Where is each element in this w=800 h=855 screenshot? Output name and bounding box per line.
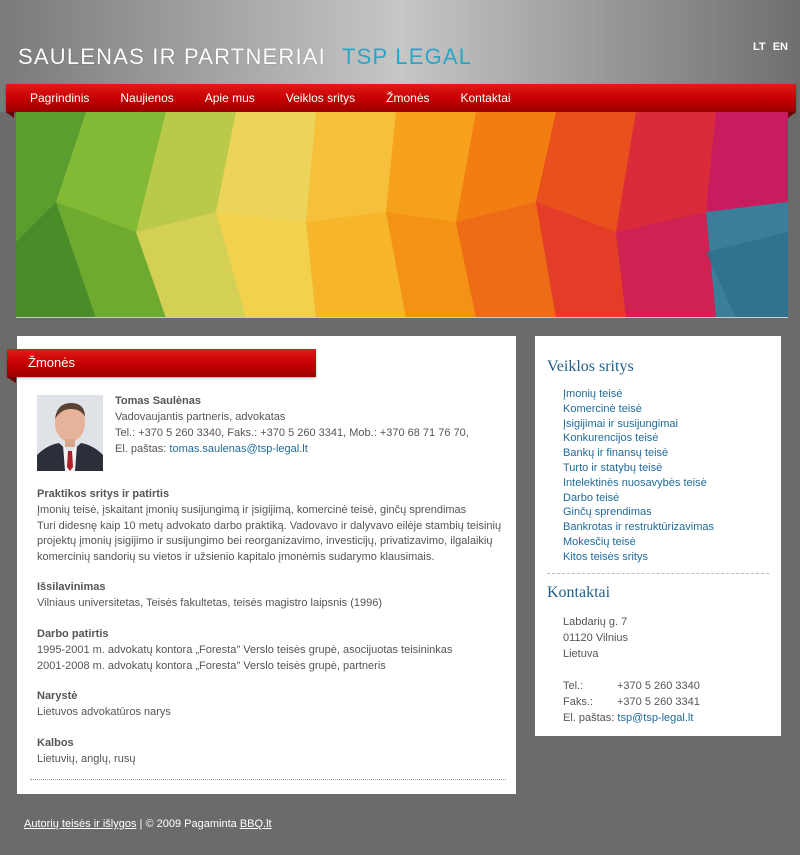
area-link[interactable]: Konkurencijos teisė [563,431,714,446]
section-line: Lietuvos advokatūros narys [37,705,171,718]
area-link[interactable]: Bankrotas ir restruktūrizavimas [563,520,714,535]
person-email-label: El. paštas: [115,443,167,455]
page-title: Žmonės [28,355,75,370]
main-nav-wrapper: Pagrindinis Naujienos Apie mus Veiklos s… [6,84,796,118]
section-line: 1995-2001 m. advokatų kontora „Foresta" … [37,643,453,656]
section-practice: Praktikos sritys ir patirtis Įmonių teis… [37,487,507,566]
sidebar: Veiklos sritys Įmonių teisė Komercinė te… [535,336,781,736]
area-link[interactable]: Bankų ir finansų teisė [563,446,714,461]
section-line: 2001-2008 m. advokatų kontora „Foresta" … [37,659,386,672]
address-line: Lietuva [563,648,599,660]
nav-item-kontaktai[interactable]: Kontaktai [461,91,511,105]
tel-label: Tel.: [563,680,584,692]
fax-value: +370 5 260 3341 [617,696,700,708]
language-switcher: LT EN [749,41,788,53]
tel-value: +370 5 260 3340 [617,680,700,692]
contact-email-link[interactable]: tsp@tsp-legal.lt [617,712,693,724]
contact-email-row: El. paštas: tsp@tsp-legal.lt [563,710,773,726]
section-line: komercinių sandorių su vietos ir užsieni… [37,551,435,564]
person-email-row: El. paštas: tomas.saulenas@tsp-legal.lt [115,441,505,457]
area-link[interactable]: Įmonių teisė [563,387,714,402]
area-link[interactable]: Įsigijimai ir susijungimai [563,417,714,432]
section-title: Narystė [37,690,78,702]
sidebar-divider [547,573,769,574]
address-line: 01120 Vilnius [563,632,629,644]
section-line: Turi didesnę kaip 10 metų advokato darbo… [37,519,502,532]
area-link[interactable]: Intelektinės nuosavybės teisė [563,476,714,491]
terms-link[interactable]: Autorių teisės ir išlygos [24,818,137,830]
contact-tel-row: Tel.: +370 5 260 3340 [563,678,773,694]
area-link[interactable]: Ginčų sprendimas [563,505,714,520]
copyright-text: | © 2009 Pagaminta [136,818,240,830]
email-label: El. paštas: [563,712,615,724]
maker-link[interactable]: BBQ.lt [240,818,272,830]
section-line: Vilniaus universitetas, Teisės fakulteta… [37,596,383,609]
person-email-link[interactable]: tomas.saulenas@tsp-legal.lt [169,443,307,455]
section-title: Darbo patirtis [37,628,109,640]
section-line: projektų įmonių įsigijimo ir susijungimo… [37,535,493,548]
nav-item-veiklos-sritys[interactable]: Veiklos sritys [286,91,355,105]
person-info: Tomas Saulėnas Vadovaujantis partneris, … [115,393,505,457]
area-link[interactable]: Darbo teisė [563,491,714,506]
site-footer: Autorių teisės ir išlygos | © 2009 Pagam… [24,818,272,830]
nav-item-naujienos[interactable]: Naujienos [120,91,173,105]
section-experience: Darbo patirtis 1995-2001 m. advokatų kon… [37,627,507,674]
site-logo[interactable]: SAULENAS IR PARTNERIAI TSP LEGAL [18,44,472,72]
section-line: Lietuvių, anglų, rusų [37,752,136,765]
lang-lt-link[interactable]: LT [753,41,766,53]
section-title: Kalbos [37,737,74,749]
logo-brand-text: TSP LEGAL [342,44,473,69]
nav-fold-left [6,112,14,118]
logo-main-text: SAULENAS IR PARTNERIAI [18,44,326,69]
contact-info: Labdarių g. 7 01120 Vilnius Lietuva Tel.… [563,614,773,726]
sidebar-areas-title: Veiklos sritys [547,358,634,375]
lang-en-link[interactable]: EN [773,41,788,53]
section-education: Išsilavinimas Vilniaus universitetas, Te… [37,580,507,612]
nav-item-apie-mus[interactable]: Apie mus [205,91,255,105]
sidebar-contacts-title: Kontaktai [547,584,611,601]
area-link[interactable]: Mokesčių teisė [563,535,714,550]
fax-label: Faks.: [563,696,593,708]
nav-fold-right [788,112,796,118]
main-nav: Pagrindinis Naujienos Apie mus Veiklos s… [6,84,796,112]
contact-fax-row: Faks.: +370 5 260 3341 [563,694,773,710]
section-membership: Narystė Lietuvos advokatūros narys [37,689,507,721]
area-link[interactable]: Turto ir statybų teisė [563,461,714,476]
person-name: Tomas Saulėnas [115,395,201,407]
person-phones: Tel.: +370 5 260 3340, Faks.: +370 5 260… [115,427,469,439]
area-link[interactable]: Komercinė teisė [563,402,714,417]
section-languages: Kalbos Lietuvių, anglų, rusų [37,736,507,768]
section-title: Išsilavinimas [37,581,106,593]
nav-item-zmones[interactable]: Žmonės [386,91,429,105]
section-line: Įmonių teisė, įskaitant įmonių susijungi… [37,503,467,516]
header-banner-image [16,112,788,318]
nav-item-pagrindinis[interactable]: Pagrindinis [30,91,89,105]
content-divider [30,779,506,780]
address-line: Labdarių g. 7 [563,616,628,628]
page-title-bar: Žmonės [7,349,316,377]
person-role: Vadovaujantis partneris, advokatas [115,411,286,423]
area-link[interactable]: Kitos teisės sritys [563,550,714,565]
practice-areas-list: Įmonių teisė Komercinė teisė Įsigijimai … [563,387,714,565]
section-title: Praktikos sritys ir patirtis [37,488,170,500]
person-photo [37,395,103,471]
page-title-fold [7,377,16,383]
